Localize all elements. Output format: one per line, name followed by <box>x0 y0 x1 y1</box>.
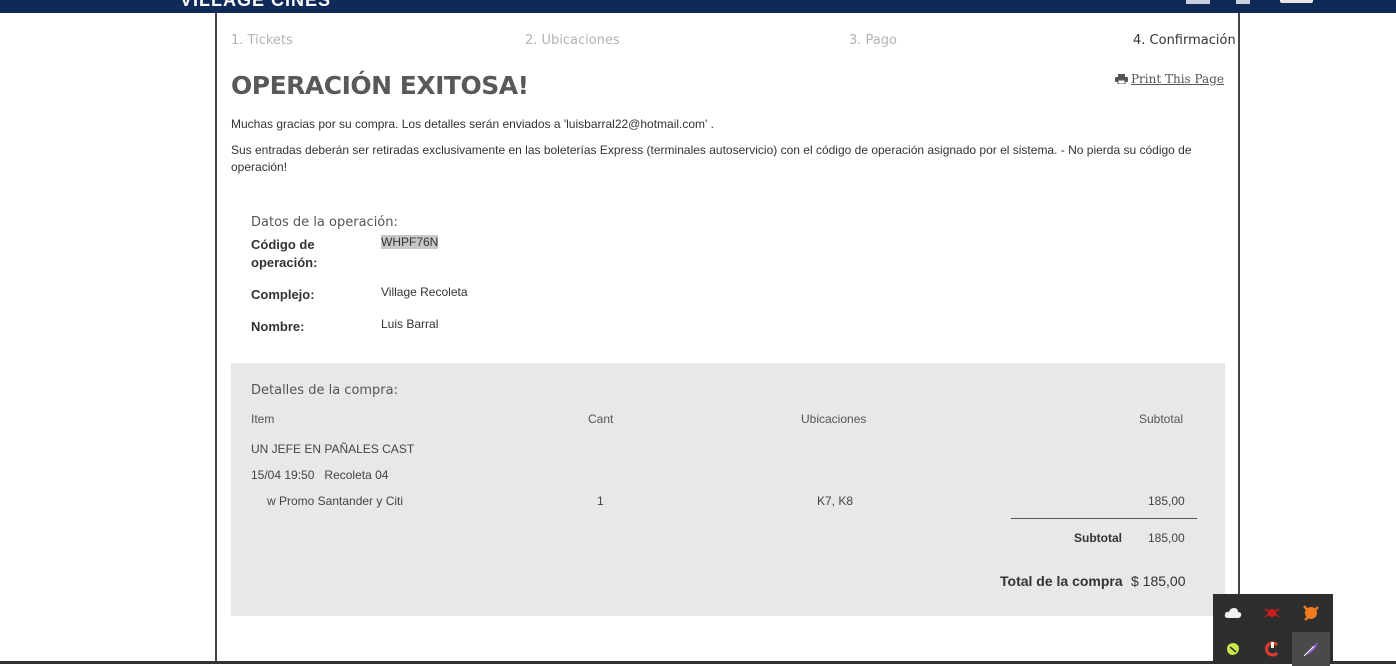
step-ubicaciones: 2. Ubicaciones <box>525 33 620 48</box>
complex-value: Village Recoleta <box>381 285 468 299</box>
subtotal-label: Subtotal <box>1074 531 1122 545</box>
line-seats: K7, K8 <box>817 494 854 508</box>
total-value: $ 185,00 <box>1131 573 1186 589</box>
column-header-seats: Ubicaciones <box>801 412 867 426</box>
print-page-link[interactable]: Print This Page <box>1114 72 1224 86</box>
name-value: Luis Barral <box>381 317 439 331</box>
line-qty: 1 <box>597 494 604 508</box>
pickup-message: Sus entradas deberán ser retiradas exclu… <box>231 143 1192 174</box>
page-title: OPERACIÓN EXITOSA! <box>231 71 529 100</box>
header-flag-icon[interactable] <box>1236 0 1250 4</box>
top-header-bar: VILLAGE CINES <box>0 0 1396 13</box>
complex-label: Complejo: <box>251 287 315 302</box>
step-tickets: 1. Tickets <box>231 33 293 48</box>
header-link-icon[interactable] <box>1186 0 1210 4</box>
cloud-icon[interactable] <box>1214 596 1252 630</box>
step-pago: 3. Pago <box>849 33 897 48</box>
column-header-subtotal: Subtotal <box>1139 412 1184 426</box>
site-logo[interactable]: VILLAGE CINES <box>180 0 331 9</box>
movie-title: UN JEFE EN PAÑALES CAST <box>251 442 415 456</box>
header-button[interactable] <box>1280 0 1313 3</box>
print-page-label: Print This Page <box>1130 72 1224 86</box>
show-room: Recoleta 04 <box>324 468 389 482</box>
green-app-icon[interactable] <box>1214 632 1252 666</box>
operation-code-label: Código de operación: <box>251 237 318 270</box>
printer-icon <box>1114 74 1128 85</box>
step-confirmacion: 4. Confirmación <box>1133 33 1236 48</box>
ccleaner-icon[interactable] <box>1253 632 1291 666</box>
name-label: Nombre: <box>251 319 305 334</box>
show-datetime: 15/04 19:50 Recoleta 04 <box>251 468 388 482</box>
show-date: 15/04 19:50 <box>251 468 315 482</box>
column-header-item: Item <box>251 412 275 426</box>
avast-icon[interactable] <box>1292 596 1330 630</box>
total-label: Total de la compra <box>1000 573 1123 589</box>
thanks-message: Muchas gracias por su compra. Los detall… <box>231 117 714 131</box>
subtotal-value: 185,00 <box>1148 531 1185 545</box>
feather-icon[interactable] <box>1292 632 1330 666</box>
line-item: w Promo Santander y Citi <box>267 494 404 508</box>
confirmation-page: 1. Tickets 2. Ubicaciones 3. Pago 4. Con… <box>215 13 1240 664</box>
bug-icon[interactable] <box>1253 596 1291 630</box>
purchase-section-label: Detalles de la compra: <box>251 383 398 398</box>
operation-section-label: Datos de la operación: <box>251 215 398 230</box>
system-tray-popup <box>1213 594 1333 666</box>
line-subtotal: 185,00 <box>1148 494 1185 508</box>
operation-code-value: WHPF76N <box>381 235 439 249</box>
column-header-qty: Cant <box>588 412 614 426</box>
purchase-details: Detalles de la compra: Item Cant Ubicaci… <box>231 363 1225 616</box>
subtotal-divider <box>1011 518 1197 519</box>
